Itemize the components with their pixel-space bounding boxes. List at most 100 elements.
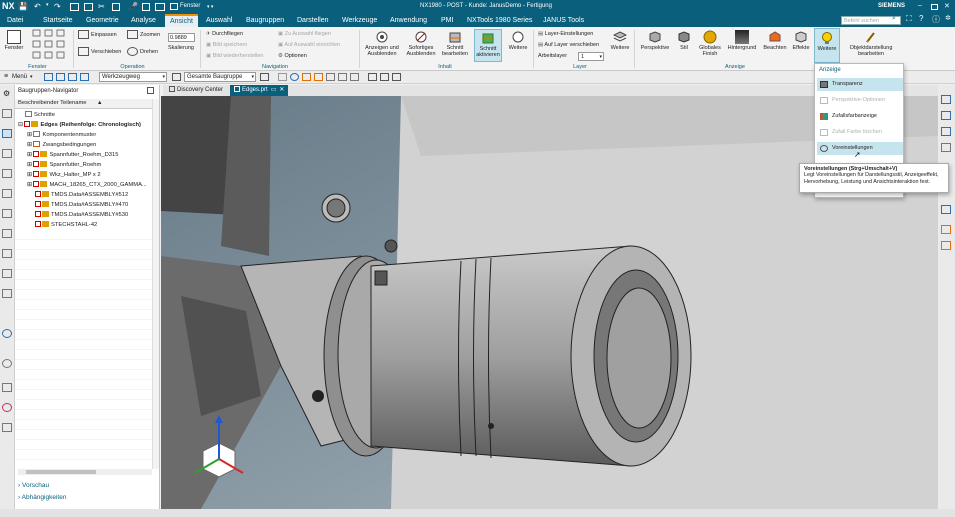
menu-dropdown-icon[interactable]: ▾ — [30, 74, 33, 80]
sort-ascending-icon[interactable]: ▲ — [97, 100, 102, 106]
view-iso-icon[interactable] — [941, 143, 951, 152]
cut-icon[interactable]: ✂ — [98, 2, 105, 11]
bild-speichern-button[interactable]: ▣ Bild speichern — [206, 41, 247, 49]
tab-discovery-center[interactable]: Discovery Center — [165, 85, 227, 96]
maximize-icon[interactable] — [931, 4, 938, 10]
settings-icon[interactable]: ✲ — [945, 14, 951, 22]
switch-window-icon[interactable] — [155, 3, 165, 11]
snap-center-icon[interactable] — [290, 73, 299, 81]
scale-input[interactable]: 0.9889 — [168, 33, 195, 42]
stil-button[interactable]: Stil — [674, 30, 694, 51]
menu-werkzeuge[interactable]: Werkzeuge — [337, 14, 382, 27]
snap-icon[interactable] — [260, 73, 269, 81]
help-info-icon[interactable]: ⓘ — [932, 14, 940, 25]
auf-layer-verschieben-button[interactable]: ▤ Auf Layer verschieben — [538, 41, 599, 49]
tree-row-zwangsbedingungen[interactable]: ⊞ Zwangsbedingungen — [27, 140, 96, 150]
history-icon[interactable] — [2, 229, 12, 238]
close-tab-icon[interactable]: ✕ — [279, 87, 284, 93]
weitere-anzeige-button[interactable]: Weitere — [814, 28, 840, 63]
checkbox-icon[interactable] — [33, 161, 40, 168]
perspektive-button[interactable]: Perspektive — [638, 30, 672, 51]
pin-icon[interactable]: ▭ — [271, 87, 277, 93]
view-front-icon[interactable] — [941, 95, 951, 104]
objektdarstellung-button[interactable]: Objektdarstellung bearbeiten — [844, 30, 898, 57]
globales-finish-button[interactable]: Globales Finish — [696, 30, 724, 57]
column-header-name[interactable]: Beschreibender Teilename — [18, 100, 87, 106]
snap-mid-icon[interactable] — [314, 73, 323, 81]
color-palette-icon[interactable] — [2, 403, 12, 412]
menu-anwendung[interactable]: Anwendung — [385, 14, 432, 27]
menu-button[interactable]: Menü — [12, 74, 27, 80]
process-studio-icon[interactable] — [2, 269, 12, 278]
type-filter-select[interactable]: Werkzeugweg ▾ — [99, 72, 167, 82]
minimize-icon[interactable]: – — [918, 2, 922, 9]
checkbox-icon[interactable] — [33, 151, 40, 158]
undo-dropdown-icon[interactable]: ▾ — [46, 2, 49, 8]
tree-row-komponentenmuster[interactable]: ⊞ Komponentenmuster — [27, 130, 96, 140]
select-feature-icon[interactable] — [56, 73, 65, 81]
vorschau-section[interactable]: › Vorschau — [18, 482, 49, 489]
view-top-icon[interactable] — [941, 111, 951, 120]
tree-row-mach-18265[interactable]: ⊞ MACH_18265_CTX_2000_GAMMA... — [27, 180, 147, 190]
machine-navigator-icon[interactable] — [2, 209, 12, 218]
menu-item-perspektive-optionen[interactable]: Perspektive-Optionen — [817, 94, 903, 107]
tree-row-tmds-470[interactable]: TMDS.Data#ASSEMBLY#470 — [35, 200, 128, 210]
web-browser-icon[interactable] — [2, 329, 12, 338]
beachten-button[interactable]: Beachten — [762, 30, 788, 51]
zoomen-button[interactable]: Zoomen — [127, 30, 160, 39]
view-tool-icon[interactable] — [368, 73, 377, 81]
constraint-navigator-icon[interactable] — [2, 149, 12, 158]
fenster-button[interactable]: Fenster — [2, 30, 26, 51]
hintergrund-button[interactable]: Hintergrund — [726, 30, 758, 51]
select-edge-icon[interactable] — [80, 73, 89, 81]
schnitt-aktivieren-button[interactable]: Schnitt aktivieren — [474, 29, 502, 62]
menu-item-zufall-farbe-loeschen[interactable]: Zufall Farbe löschen — [817, 126, 903, 139]
fullscreen-icon[interactable]: ⛶ — [906, 14, 912, 24]
select-icon[interactable] — [44, 73, 53, 81]
tree-row-tmds-530[interactable]: TMDS.Data#ASSEMBLY#530 — [35, 210, 128, 220]
menu-auswahl[interactable]: Auswahl — [201, 14, 237, 27]
einpassen-button[interactable]: Einpassen — [78, 30, 117, 39]
menu-startseite[interactable]: Startseite — [38, 14, 78, 27]
menu-darstellen[interactable]: Darstellen — [292, 14, 334, 27]
layout-grid-icons[interactable] — [32, 29, 66, 59]
navigator-header[interactable]: Beschreibender Teilename ▲ — [15, 99, 152, 109]
redo-icon[interactable]: ↷ — [54, 2, 61, 11]
vertical-scrollbar[interactable] — [152, 99, 159, 469]
hd3d-icon[interactable] — [2, 289, 12, 298]
menu-icon[interactable]: ≡ — [4, 73, 8, 80]
menu-ansicht[interactable]: Ansicht — [165, 14, 198, 27]
sofortiges-ausblenden-button[interactable]: Sofortiges Ausblenden — [402, 30, 440, 57]
snap-tangent-icon[interactable] — [338, 73, 347, 81]
arbeitslayer-input[interactable]: 1 ▾ — [578, 52, 604, 61]
checkbox-icon[interactable] — [33, 181, 40, 188]
checkbox-icon[interactable] — [24, 121, 31, 128]
view-clip-icon[interactable] — [941, 241, 951, 250]
menu-analyse[interactable]: Analyse — [126, 14, 161, 27]
zu-auswahl-fliegen-button[interactable]: ▣ Zu Auswahl fliegen — [278, 30, 331, 38]
menu-baugruppen[interactable]: Baugruppen — [241, 14, 289, 27]
microphone-icon[interactable]: 🎤 — [128, 2, 138, 11]
menu-item-zufallsfarbanzeige[interactable]: Zufallsfarbanzeige — [817, 110, 903, 123]
view-tool-3-icon[interactable] — [392, 73, 401, 81]
checkbox-icon[interactable] — [35, 221, 41, 228]
drehen-button[interactable]: Drehen — [127, 47, 158, 56]
checkbox-icon[interactable] — [35, 201, 41, 208]
verschieben-button[interactable]: Verschieben — [78, 47, 121, 56]
tab-edges-prt[interactable]: Edges.prt ▭ ✕ — [230, 85, 289, 96]
history-clock-icon[interactable] — [2, 359, 12, 368]
view-right-icon[interactable] — [941, 127, 951, 136]
checkbox-icon[interactable] — [35, 191, 41, 198]
weitere-layer-button[interactable]: Weitere — [608, 30, 632, 51]
bookmarks-icon[interactable] — [2, 423, 12, 432]
schnitt-bearbeiten-button[interactable]: Schnitt bearbeiten — [439, 30, 471, 57]
tree-row-spannfutter-roehm[interactable]: ⊞ Spannfutter_Roehm — [27, 160, 101, 170]
reuse-library-icon[interactable] — [2, 169, 12, 178]
help-icon[interactable]: ? — [919, 14, 923, 23]
repeat-command-icon[interactable] — [112, 3, 120, 11]
close-icon[interactable]: ✕ — [944, 2, 950, 10]
snap-quadrant-icon[interactable] — [350, 73, 359, 81]
abhaengigkeiten-section[interactable]: › Abhängigkeiten — [18, 494, 66, 501]
anzeigen-ausblenden-button[interactable]: Anzeigen und Ausblenden — [363, 30, 401, 57]
menu-datei[interactable]: Datei — [2, 14, 28, 27]
